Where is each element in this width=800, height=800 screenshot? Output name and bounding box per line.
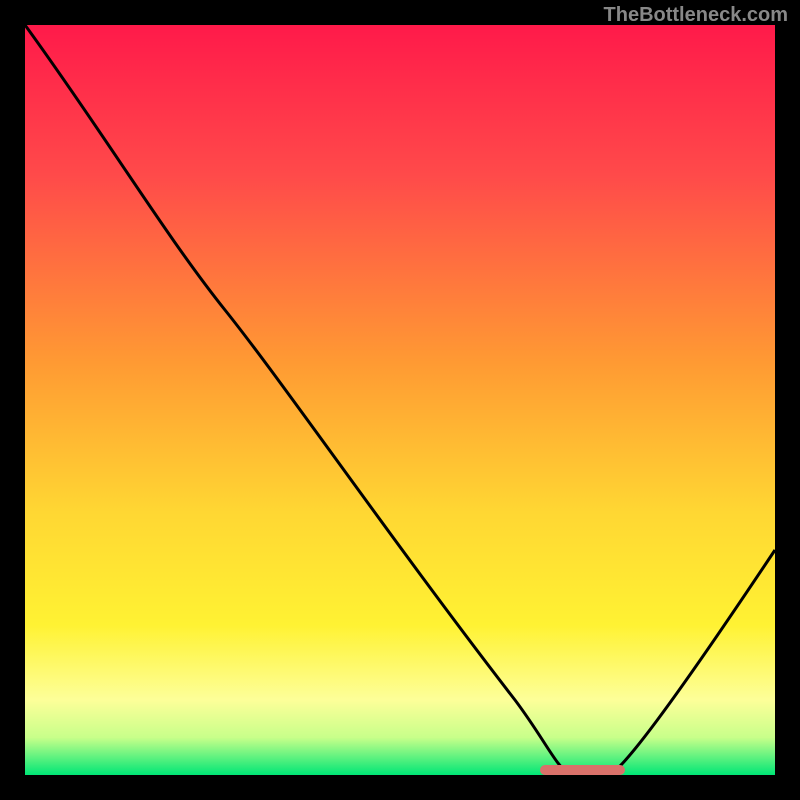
bottleneck-curve [25, 25, 775, 775]
chart-container: TheBottleneck.com [0, 0, 800, 800]
plot-area [25, 25, 775, 775]
watermark-text: TheBottleneck.com [604, 4, 788, 27]
optimal-range-marker [540, 765, 625, 775]
